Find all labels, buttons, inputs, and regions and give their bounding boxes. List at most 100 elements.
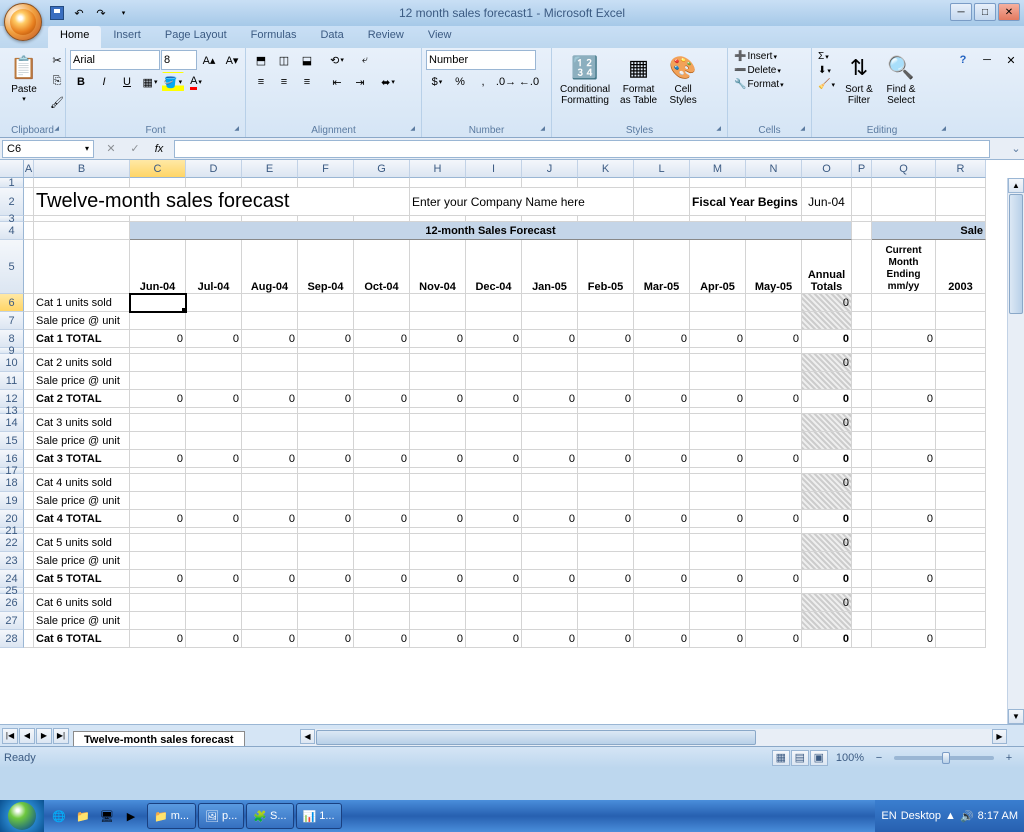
cell[interactable]: 0 (578, 330, 634, 348)
cell[interactable] (354, 552, 410, 570)
cell[interactable]: 0 (690, 450, 746, 468)
cell[interactable]: 0 (802, 294, 852, 312)
cell[interactable] (852, 510, 872, 528)
cell[interactable]: 0 (186, 330, 242, 348)
cell[interactable] (690, 414, 746, 432)
italic-button[interactable]: I (93, 72, 115, 92)
close-button[interactable]: ✕ (998, 3, 1020, 21)
bold-button[interactable]: B (70, 72, 92, 92)
undo-button[interactable]: ↶ (70, 4, 88, 22)
cell[interactable] (410, 294, 466, 312)
cell[interactable] (802, 312, 852, 330)
cell[interactable]: 0 (578, 390, 634, 408)
cell[interactable]: 0 (522, 330, 578, 348)
horizontal-scrollbar[interactable]: ◀ ▶ (300, 729, 1007, 746)
cell[interactable] (802, 492, 852, 510)
cell[interactable] (186, 534, 242, 552)
cell[interactable]: Sale price @ unit (34, 432, 130, 450)
cell[interactable] (936, 188, 986, 216)
cell[interactable] (578, 312, 634, 330)
page-layout-view-button[interactable]: ▤ (791, 750, 809, 766)
cell[interactable] (24, 390, 34, 408)
cell[interactable] (852, 570, 872, 588)
cell[interactable]: 0 (690, 510, 746, 528)
cell[interactable] (186, 414, 242, 432)
cell[interactable] (872, 188, 936, 216)
cells[interactable]: Twelve-month sales forecastEnter your Co… (24, 178, 986, 648)
cell[interactable] (852, 222, 872, 240)
cell[interactable]: 0 (298, 450, 354, 468)
row-header[interactable]: 27 (0, 612, 24, 630)
language-indicator[interactable]: EN (881, 810, 896, 822)
cell[interactable] (466, 372, 522, 390)
cell[interactable] (690, 594, 746, 612)
cell[interactable] (24, 372, 34, 390)
taskbar-item[interactable]: 🖼p... (198, 803, 244, 829)
cell[interactable]: 0 (872, 630, 936, 648)
cell[interactable] (522, 594, 578, 612)
cell[interactable] (690, 372, 746, 390)
cell[interactable] (242, 312, 298, 330)
cell[interactable] (634, 188, 690, 216)
cell[interactable] (936, 354, 986, 372)
align-left-button[interactable]: ≡ (250, 72, 272, 92)
cell[interactable] (936, 510, 986, 528)
cell[interactable] (186, 178, 242, 188)
cell[interactable] (130, 474, 186, 492)
tab-data[interactable]: Data (308, 26, 355, 48)
cell[interactable] (130, 178, 186, 188)
cell[interactable] (852, 240, 872, 294)
format-as-table-button[interactable]: ▦ Format as Table (616, 50, 661, 108)
cell[interactable] (130, 492, 186, 510)
shrink-font-button[interactable]: A▾ (221, 50, 243, 70)
cell[interactable] (354, 372, 410, 390)
cell[interactable] (466, 178, 522, 188)
sort-filter-button[interactable]: ⇅ Sort & Filter (839, 50, 879, 108)
align-right-button[interactable]: ≡ (296, 72, 318, 92)
formula-input[interactable] (174, 140, 990, 158)
cell[interactable] (410, 372, 466, 390)
cell[interactable] (522, 432, 578, 450)
scroll-down-button[interactable]: ▼ (1008, 709, 1024, 724)
cell[interactable] (746, 612, 802, 630)
cell[interactable]: Enter your Company Name here (410, 188, 634, 216)
cell[interactable] (852, 390, 872, 408)
cell[interactable] (298, 534, 354, 552)
cell[interactable] (130, 294, 186, 312)
minimize-button[interactable]: ─ (950, 3, 972, 21)
cell[interactable] (522, 612, 578, 630)
cell[interactable] (130, 414, 186, 432)
cell[interactable] (24, 450, 34, 468)
cell[interactable]: Sale (872, 222, 986, 240)
cell[interactable] (802, 432, 852, 450)
conditional-formatting-button[interactable]: 🔢 Conditional Formatting (556, 50, 614, 108)
cell[interactable] (852, 188, 872, 216)
cell[interactable]: 0 (746, 570, 802, 588)
cell[interactable] (746, 372, 802, 390)
explorer-icon[interactable]: 📁 (72, 805, 94, 827)
row-header[interactable]: 4 (0, 222, 24, 240)
cell[interactable] (466, 354, 522, 372)
vscroll-thumb[interactable] (1009, 194, 1023, 314)
cell[interactable] (852, 474, 872, 492)
cell[interactable] (354, 312, 410, 330)
workbook-close[interactable]: ✕ (1000, 50, 1022, 70)
cell[interactable] (936, 612, 986, 630)
cell[interactable] (872, 492, 936, 510)
tray-icon[interactable]: ▲ (945, 810, 956, 822)
cell[interactable]: 0 (242, 630, 298, 648)
taskbar-item[interactable]: 📊1... (296, 803, 342, 829)
cell[interactable]: 0 (242, 390, 298, 408)
cell[interactable]: 0 (354, 510, 410, 528)
normal-view-button[interactable]: ▦ (772, 750, 790, 766)
cell[interactable] (634, 372, 690, 390)
cell[interactable] (186, 612, 242, 630)
cell[interactable] (410, 612, 466, 630)
cell[interactable]: Sale price @ unit (34, 372, 130, 390)
font-name-select[interactable] (70, 50, 160, 70)
tab-formulas[interactable]: Formulas (239, 26, 309, 48)
cell[interactable] (634, 312, 690, 330)
cell[interactable] (242, 354, 298, 372)
cell[interactable] (936, 630, 986, 648)
row-header[interactable]: 15 (0, 432, 24, 450)
